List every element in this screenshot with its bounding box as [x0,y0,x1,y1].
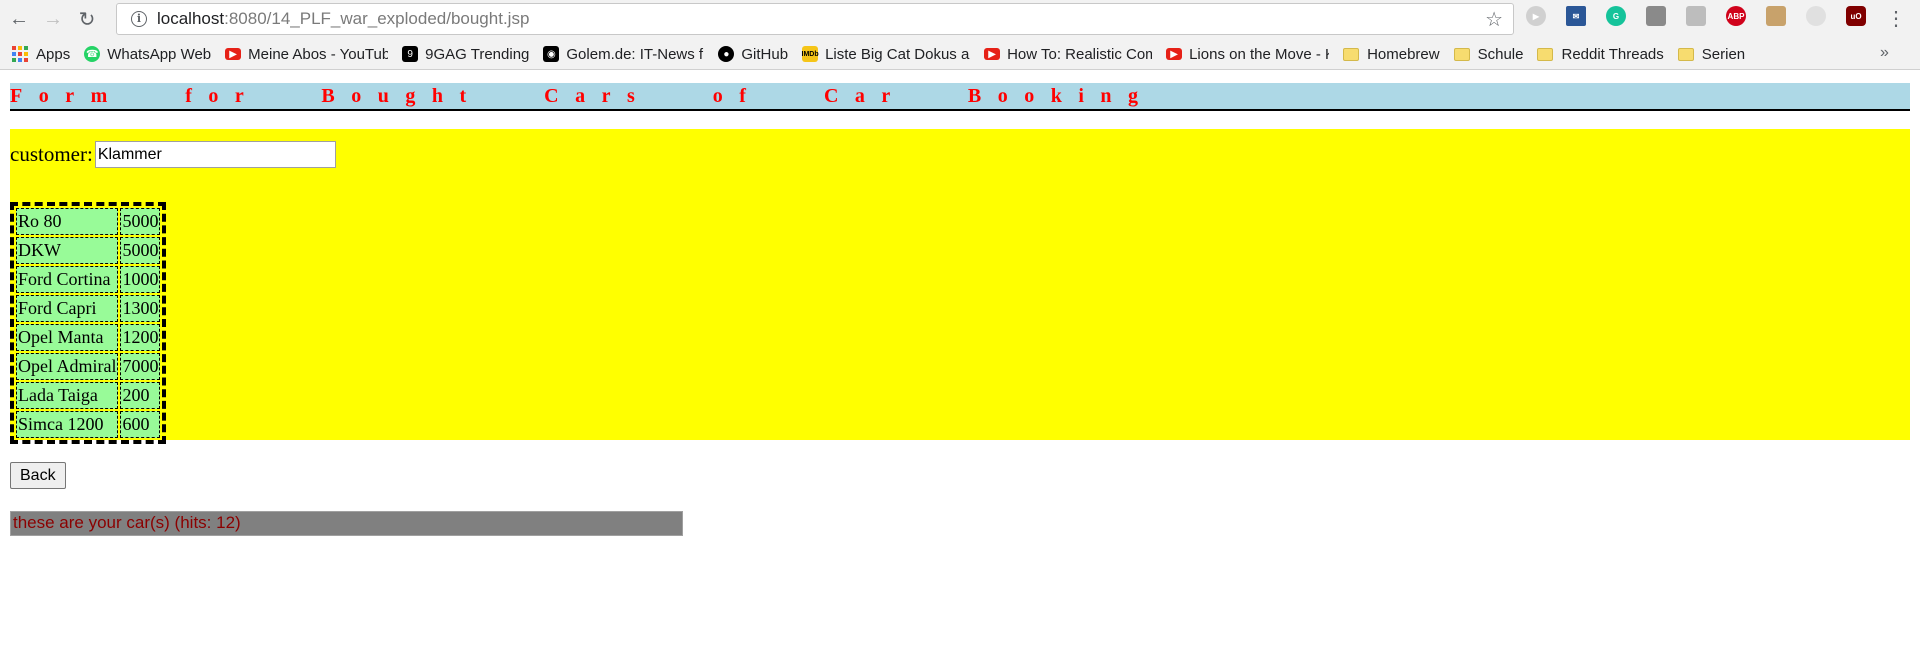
page-title: Form for Bought Cars of Car Booking [10,83,1910,111]
folder-icon [1677,47,1694,61]
apps-grid-icon [12,46,28,62]
bookmark-label: Lions on the Move - K [1189,45,1330,63]
back-arrow-icon[interactable]: ← [4,4,34,34]
bookmark-folder-serien[interactable]: Serien [1677,45,1746,63]
youtube-icon: ▶ [1166,48,1183,60]
bookmark-label: Liste Big Cat Dokus ar [825,45,971,63]
table-row: Ford Cortina 1000 [16,266,161,293]
bookmark-label: 9GAG Trending [425,45,530,63]
bookmark-lions[interactable]: ▶ Lions on the Move - K [1166,46,1329,63]
golem-icon: ◉ [543,46,560,62]
car-name-cell: Opel Admiral [16,353,119,380]
browser-toolbar: ← → ↻ i localhost:8080/14_PLF_war_explod… [0,0,1920,38]
customer-label: customer: [10,142,93,166]
ublock-extension-icon[interactable]: uO [1846,6,1866,26]
car-name-cell: Ford Capri [16,295,119,322]
bookmark-label: WhatsApp Web [107,45,212,63]
car-name-cell: Lada Taiga [16,382,119,409]
bookmark-label: Serien [1701,45,1746,63]
browser-chrome: ← → ↻ i localhost:8080/14_PLF_war_explod… [0,0,1920,70]
table-row: Simca 1200 600 [16,411,161,438]
bookmark-big-cat[interactable]: IMDb Liste Big Cat Dokus ar [802,45,971,63]
bookmark-label: Apps [36,45,71,63]
bookmark-label: Meine Abos - YouTub [248,45,389,63]
table-row: DKW 5000 [16,237,161,264]
bookmark-realistic[interactable]: ▶ How To: Realistic Com [984,46,1152,63]
car-name-cell: DKW [16,237,119,264]
adblock-plus-extension-icon[interactable]: ABP [1726,6,1746,26]
table-row: Ford Capri 1300 [16,295,161,322]
folder-icon [1537,47,1554,61]
url-path: :8080/14_PLF_war_exploded/bought.jsp [224,9,530,28]
table-row: Opel Admiral 7000 [16,353,161,380]
more-bookmarks-icon[interactable]: » [1880,44,1889,62]
imdb-icon: IMDb [802,46,819,62]
reload-icon[interactable]: ↻ [72,4,102,34]
car-price-cell: 7000 [120,353,161,380]
address-bar[interactable]: i localhost:8080/14_PLF_war_exploded/bou… [116,3,1514,35]
car-price-cell: 1200 [120,324,161,351]
bookmark-folder-reddit[interactable]: Reddit Threads [1537,45,1664,63]
page-content: Form for Bought Cars of Car Booking cust… [0,83,1920,444]
bookmark-label: Homebrew [1367,45,1440,63]
car-price-cell: 1300 [120,295,161,322]
bookmark-star-icon[interactable]: ☆ [1485,7,1503,32]
car-price-cell: 5000 [120,237,161,264]
status-message: these are your car(s) (hits: 12) [10,511,683,536]
play-extension-icon[interactable]: ▶ [1526,6,1546,26]
car-price-cell: 600 [120,411,161,438]
folder-icon [1453,47,1470,61]
car-name-cell: Simca 1200 [16,411,119,438]
bookmark-folder-schule[interactable]: Schule [1453,45,1524,63]
grammarly-extension-icon[interactable]: G [1606,6,1626,26]
kebab-menu-icon[interactable]: ⋮ [1886,6,1906,31]
back-button[interactable]: Back [10,462,66,489]
customer-row: customer: [10,141,336,168]
whatsapp-icon: ☎ [84,46,101,62]
folder-icon [1343,47,1360,61]
youtube-icon: ▶ [984,48,1001,60]
car-name-cell: Ford Cortina [16,266,119,293]
info-icon[interactable]: i [131,11,147,27]
bookmark-9gag[interactable]: 9 9GAG Trending [402,46,529,63]
bookmark-label: Golem.de: IT-News fü [566,45,705,63]
car-price-cell: 200 [120,382,161,409]
car-price-cell: 5000 [120,208,161,235]
bookmark-folder-homebrew[interactable]: Homebrew [1343,46,1440,63]
face-extension-icon[interactable] [1766,6,1786,26]
bought-cars-table: Ro 80 5000 DKW 5000 Ford Cortina 1000 Fo… [10,202,167,444]
url-host: localhost [157,9,225,28]
bookmark-whatsapp[interactable]: ☎ WhatsApp Web [84,46,211,63]
java-extension-icon[interactable] [1806,6,1826,26]
bookmark-github[interactable]: ● GitHub [718,46,788,63]
forward-arrow-icon[interactable]: → [38,4,68,34]
bookmark-youtube-abos[interactable]: ▶ Meine Abos - YouTub [225,46,388,63]
bookmarks-bar: Apps ☎ WhatsApp Web ▶ Meine Abos - YouTu… [0,38,1920,70]
bookmark-label: How To: Realistic Com [1007,45,1153,63]
cube-extension-icon[interactable] [1686,6,1706,26]
customer-input[interactable] [94,141,336,168]
bookmark-label: Schule [1477,45,1524,63]
printer-extension-icon[interactable] [1646,6,1666,26]
car-name-cell: Ro 80 [16,208,119,235]
bookmark-label: GitHub [741,45,789,63]
table-row: Lada Taiga 200 [16,382,161,409]
bookmark-apps[interactable]: Apps [12,46,70,63]
youtube-icon: ▶ [225,48,242,60]
table-row: Ro 80 5000 [16,208,161,235]
bookmark-label: Reddit Threads [1561,45,1664,63]
mail-extension-icon[interactable]: ✉ [1566,6,1586,26]
table-row: Opel Manta 1200 [16,324,161,351]
car-name-cell: Opel Manta [16,324,119,351]
bookmark-golem[interactable]: ◉ Golem.de: IT-News fü [543,46,704,63]
extensions-bar: ▶ ✉ G ABP uO [1526,6,1886,26]
github-icon: ● [718,46,735,62]
9gag-icon: 9 [402,46,419,62]
bought-cars-form: customer: Ro 80 5000 DKW 5000 Ford Corti… [10,129,1910,444]
car-price-cell: 1000 [120,266,161,293]
